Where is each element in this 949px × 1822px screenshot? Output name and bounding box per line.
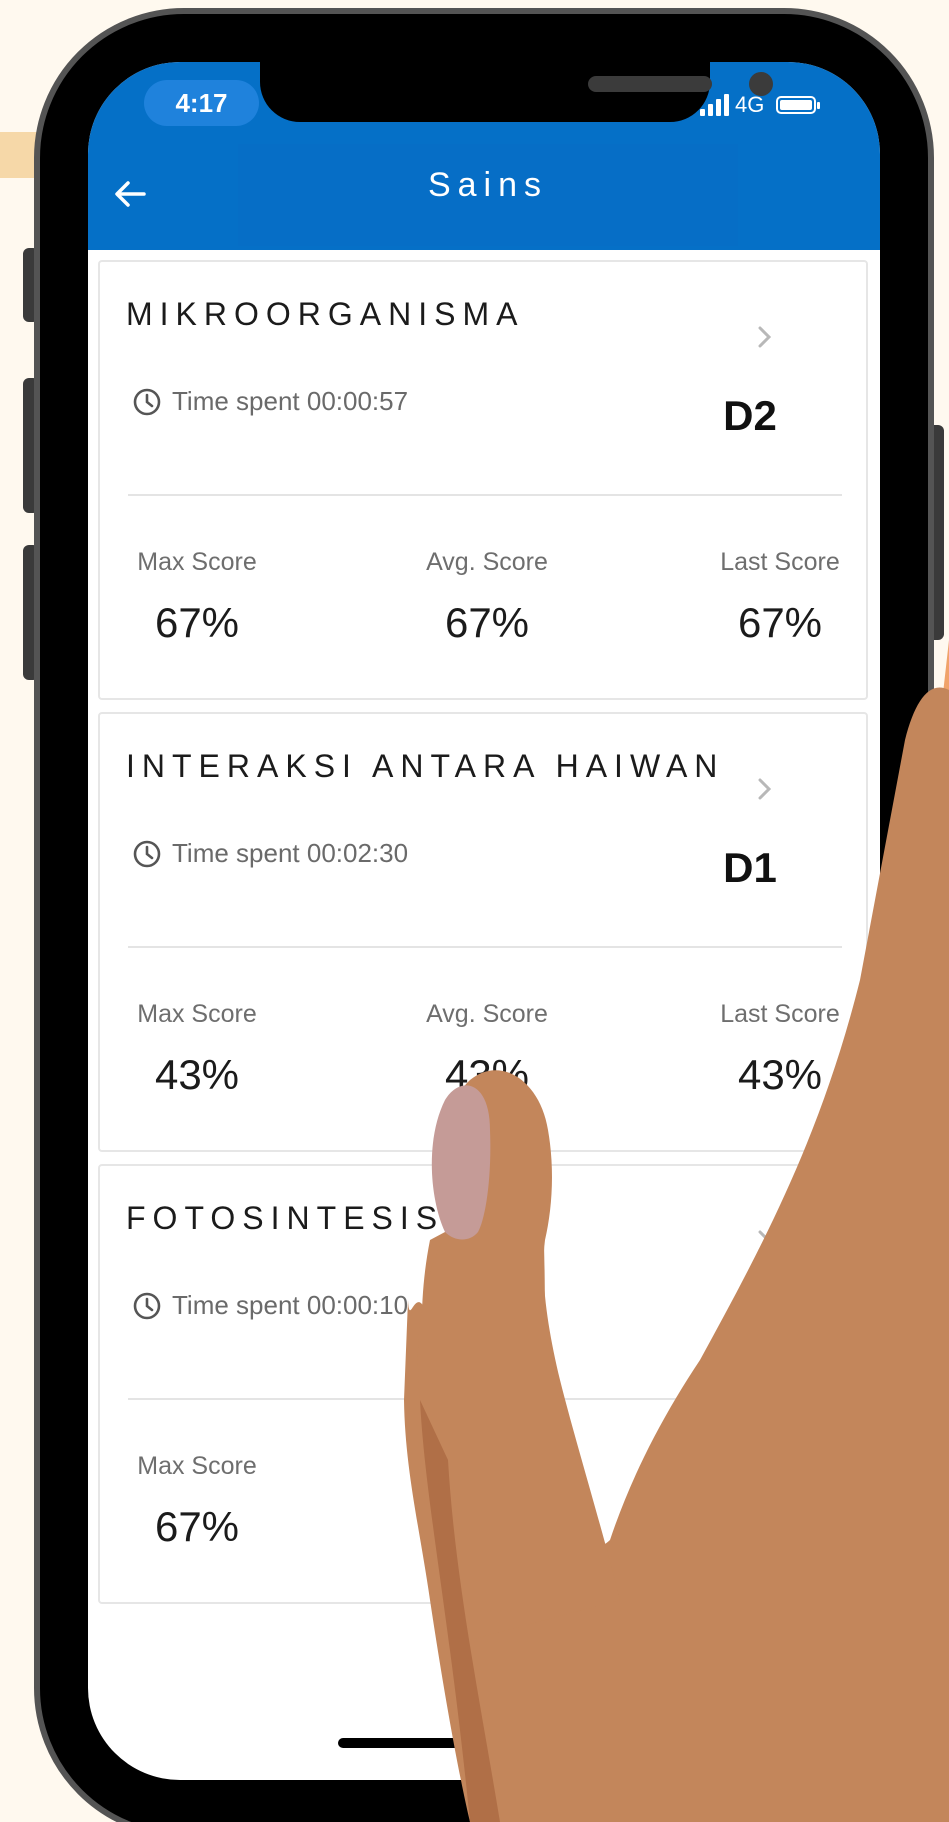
phone-screen: 4:17 4G Sains MIKROORGANISMA Time spent … [88,62,880,1780]
metric-value: 67% [154,599,240,646]
topic-card[interactable]: INTERAKSI ANTARA HAIWAN Time spent 00:02… [98,712,868,1152]
grade-badge: P [735,1296,764,1343]
grade-badge: D1 [723,844,777,891]
time-spent-row: Time spent 00:00:57 [132,386,408,417]
battery-icon [776,96,821,114]
topic-card[interactable]: FOTOSINTESIS Time spent 00:00:10 P Max S… [98,1164,868,1604]
topic-title: MIKROORGANISMA [126,296,525,332]
topic-card[interactable]: MIKROORGANISMA Time spent 00:00:57 D2 Ma… [98,260,868,700]
metric-label: Max Score [137,548,257,576]
divider [128,1398,842,1400]
metric-label: Avg. Score [426,548,548,576]
clock-icon [133,388,161,415]
chevron-right-icon [754,1226,776,1256]
avg-score: Avg. Score 67% [397,548,577,647]
topic-title: FOTOSINTESIS [126,1200,445,1236]
metric-value: 67% [737,599,823,646]
metric-label: Avg. Score [426,1000,548,1028]
metric-value: 43% [154,1051,240,1098]
metric-value: 67% [154,1503,240,1550]
grade-badge: D2 [723,392,777,439]
metric-label: Last Score [720,548,840,576]
divider [128,494,842,496]
max-score: Max Score 43% [107,1000,287,1099]
metric-value: 43% [737,1051,823,1098]
clock-icon [133,1292,161,1319]
time-spent: Time spent 00:02:30 [172,838,409,868]
metric-label: Max Score [137,1000,257,1028]
metric-label: Max Score [137,1452,257,1480]
page-title: Sains [427,166,549,204]
time-spent-row: Time spent 00:00:10 [132,1290,408,1321]
chevron-right-icon [754,322,776,352]
topic-list: MIKROORGANISMA Time spent 00:00:57 D2 Ma… [98,260,868,1616]
metric-label: Last Score [720,1000,840,1028]
metric-value: 67% [444,599,530,646]
stage: 4:17 4G Sains MIKROORGANISMA Time spent … [0,0,949,1822]
max-score: Max Score 67% [107,1452,287,1551]
back-arrow-icon[interactable] [110,174,150,214]
notch [260,62,773,122]
status-time: 4:17 [144,80,259,126]
last-score: Last Score 67% [690,548,870,647]
time-spent: Time spent 00:00:10 [172,1290,409,1320]
status-indicators: 4G [700,92,821,118]
topic-title: INTERAKSI ANTARA HAIWAN [126,748,725,784]
time-spent: Time spent 00:00:57 [172,386,409,416]
last-score: Last Score 43% [690,1000,870,1099]
avg-score: Avg. Score 43% [397,1000,577,1099]
time-spent-row: Time spent 00:02:30 [132,838,408,869]
chevron-right-icon [754,774,776,804]
app-bar: 4:17 4G Sains [88,62,880,250]
home-indicator[interactable] [338,1738,628,1748]
signal-icon [700,94,729,116]
metric-value: 43% [444,1051,530,1098]
speaker-grille [588,76,712,92]
max-score: Max Score 67% [107,548,287,647]
clock-icon [133,840,161,867]
network-label: 4G [735,92,765,117]
divider [128,946,842,948]
